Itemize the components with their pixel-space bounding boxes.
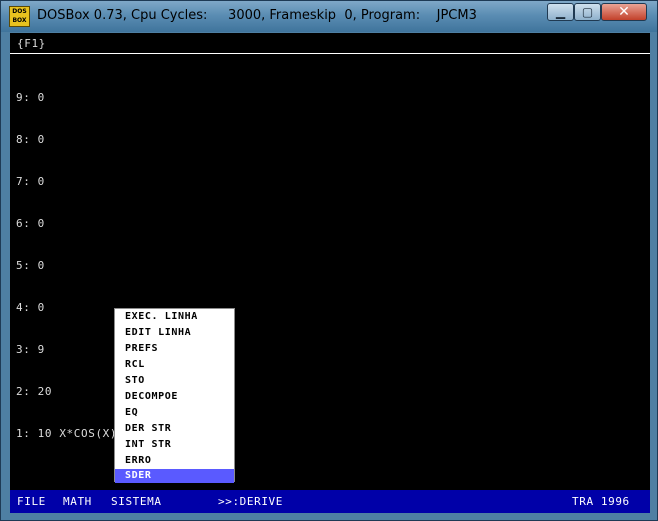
menu-item-decompoe[interactable]: DECOMPOE	[115, 390, 234, 404]
window-title: DOSBox 0.73, Cpu Cycles: 3000, Frameskip…	[37, 8, 477, 23]
menu-bar: FILE MATH SISTEMA >>:DERIVE TRA 1996	[10, 490, 650, 513]
screen-header: {F1}	[17, 37, 46, 50]
stack-level-7: 7: 0	[16, 175, 45, 188]
menu-item-sder[interactable]: SDER	[115, 469, 234, 483]
version-label: TRA 1996	[572, 495, 630, 508]
menu-item-sto[interactable]: STO	[115, 374, 234, 388]
icon-label-top: DOS	[12, 8, 27, 15]
stack-level-5: 5: 0	[16, 259, 45, 272]
menu-item-erro[interactable]: ERRO	[115, 454, 234, 468]
minimize-icon: ▁	[555, 5, 566, 19]
dosbox-window: DOS BOX DOSBox 0.73, Cpu Cycles: 3000, F…	[0, 0, 658, 521]
close-icon: ✕	[618, 4, 630, 20]
minimize-button[interactable]: ▁	[547, 3, 574, 21]
sistema-popup-menu: EXEC. LINHA EDIT LINHA PREFS RCL STO DEC…	[114, 308, 235, 483]
menu-item-eq[interactable]: EQ	[115, 406, 234, 420]
stack-level-8: 8: 0	[16, 133, 45, 146]
header-divider	[10, 53, 650, 54]
stack-level-9: 9: 0	[16, 91, 45, 104]
stack-level-6: 6: 0	[16, 217, 45, 230]
menu-item-edit-linha[interactable]: EDIT LINHA	[115, 326, 234, 340]
icon-label-bottom: BOX	[12, 17, 27, 24]
menu-item-prefs[interactable]: PREFS	[115, 342, 234, 356]
menu-item-int-str[interactable]: INT STR	[115, 438, 234, 452]
menu-item-der-str[interactable]: DER STR	[115, 422, 234, 436]
menu-item-rcl[interactable]: RCL	[115, 358, 234, 372]
maximize-icon: ▢	[581, 5, 594, 19]
close-button[interactable]: ✕	[601, 3, 647, 21]
menu-file[interactable]: FILE	[17, 495, 46, 509]
menu-math[interactable]: MATH	[63, 495, 92, 509]
title-bar[interactable]: DOS BOX DOSBox 0.73, Cpu Cycles: 3000, F…	[1, 1, 657, 32]
maximize-button[interactable]: ▢	[574, 3, 601, 21]
menu-sistema[interactable]: SISTEMA	[111, 495, 162, 509]
menu-item-exec-linha[interactable]: EXEC. LINHA	[115, 310, 234, 324]
dosbox-app-icon[interactable]: DOS BOX	[9, 6, 30, 27]
dos-screen[interactable]: {F1} 9: 0 8: 0 7: 0 6: 0 5: 0 4: 0 3: 9 …	[10, 33, 650, 513]
command-prompt[interactable]: >>:DERIVE	[218, 495, 283, 509]
